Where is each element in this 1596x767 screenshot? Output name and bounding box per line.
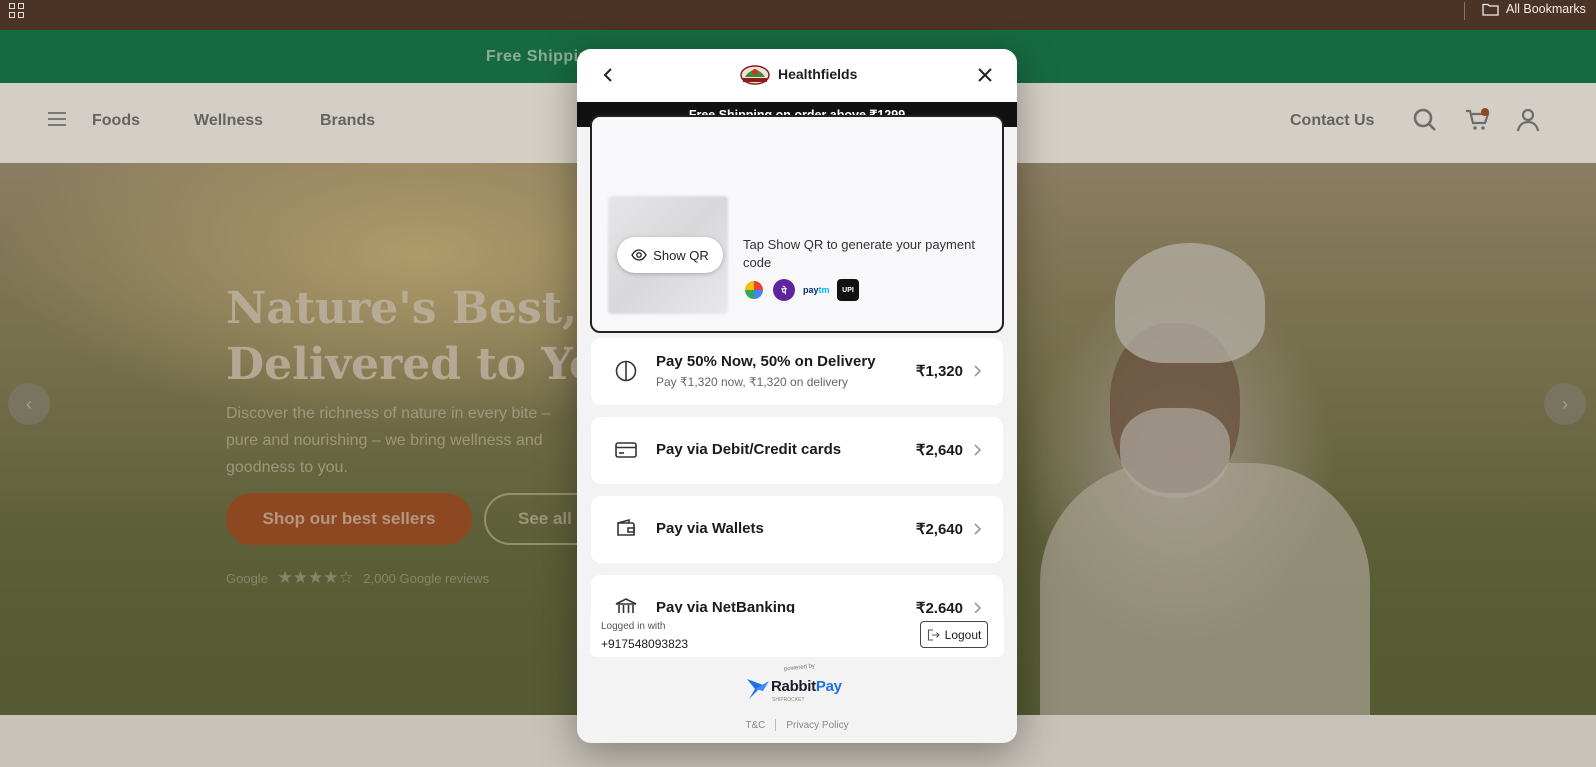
- modal-header: Healthfields: [577, 49, 1017, 102]
- upi-apps-row: पे paytm UPI: [743, 279, 859, 301]
- show-qr-label: Show QR: [653, 247, 709, 263]
- chevron-right-icon: [974, 523, 982, 535]
- chevron-right-icon: [974, 444, 982, 456]
- logout-button[interactable]: Logout: [920, 621, 988, 648]
- google-pay-icon: [745, 281, 763, 299]
- apps-grid-icon[interactable]: [9, 3, 25, 19]
- checkout-modal: Healthfields Free Shipping on order abov…: [577, 49, 1017, 743]
- card-icon: [615, 442, 637, 458]
- pay-wallets-amount: ₹2,640: [915, 521, 963, 538]
- pay-partial-subtitle: Pay ₹1,320 now, ₹1,320 on delivery: [656, 375, 849, 389]
- login-info-card: Logged in with +917548093823 Logout: [590, 613, 1004, 657]
- footer-link-divider: [775, 719, 777, 731]
- bookmarks-separator: [1464, 2, 1465, 20]
- rabbitpay-icon: [747, 679, 769, 699]
- bhim-upi-icon: UPI: [837, 279, 859, 301]
- logged-in-phone: +917548093823: [601, 637, 689, 651]
- pay-cards-title: Pay via Debit/Credit cards: [656, 441, 842, 458]
- back-arrow-icon[interactable]: [599, 65, 619, 85]
- footer-links: T&C Privacy Policy: [577, 719, 1017, 731]
- pay-partial-title: Pay 50% Now, 50% on Delivery: [656, 353, 876, 370]
- close-icon[interactable]: [975, 65, 995, 85]
- pay-partial-amount: ₹1,320: [915, 363, 963, 380]
- show-qr-button[interactable]: Show QR: [617, 237, 723, 273]
- pay-partial-option[interactable]: Pay 50% Now, 50% on Delivery Pay ₹1,320 …: [591, 338, 1003, 405]
- all-bookmarks-label: All Bookmarks: [1506, 2, 1586, 16]
- healthfields-logo: [740, 65, 770, 85]
- shiprocket-subtext: SHIPROCKET: [772, 697, 805, 703]
- logged-in-label: Logged in with: [601, 621, 666, 632]
- qr-description: Tap Show QR to generate your payment cod…: [743, 237, 975, 270]
- logout-icon: [927, 628, 940, 641]
- bookmarks-bar: All Bookmarks: [0, 0, 1596, 30]
- pay-wallets-option[interactable]: Pay via Wallets ₹2,640: [591, 496, 1003, 563]
- wallet-icon: [617, 518, 635, 536]
- terms-link[interactable]: T&C: [745, 720, 765, 731]
- merchant-brand: Healthfields: [739, 63, 857, 85]
- chevron-right-icon: [974, 365, 982, 377]
- paytm-icon: paytm: [803, 285, 830, 295]
- pay-cards-amount: ₹2,640: [915, 442, 963, 459]
- half-circle-icon: [615, 360, 637, 382]
- rabbitpay-wordmark: RabbitPay: [771, 678, 842, 695]
- logout-label: Logout: [944, 627, 982, 642]
- pay-cards-option[interactable]: Pay via Debit/Credit cards ₹2,640: [591, 417, 1003, 484]
- powered-by-text: powered by: [783, 663, 816, 673]
- folder-icon: [1482, 3, 1499, 16]
- all-bookmarks-button[interactable]: All Bookmarks: [1482, 2, 1586, 16]
- upi-qr-card: Show QR Tap Show QR to generate your pay…: [590, 115, 1004, 333]
- pay-wallets-title: Pay via Wallets: [656, 520, 764, 537]
- phonepe-icon: पे: [773, 279, 795, 301]
- merchant-name: Healthfields: [778, 66, 858, 82]
- privacy-policy-link[interactable]: Privacy Policy: [786, 720, 848, 731]
- rabbitpay-logo: powered by RabbitPay SHIPROCKET: [745, 663, 855, 711]
- eye-icon: [631, 249, 647, 261]
